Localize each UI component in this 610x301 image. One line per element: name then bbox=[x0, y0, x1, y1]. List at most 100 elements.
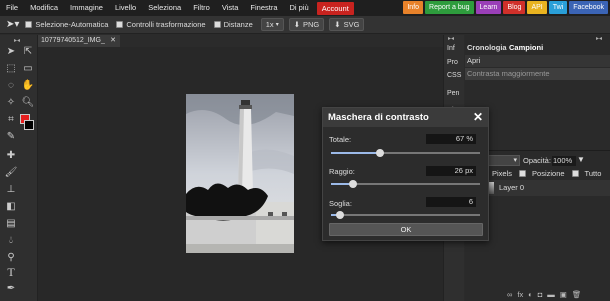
amount-slider-fill bbox=[331, 152, 381, 154]
account-button[interactable]: Account bbox=[316, 1, 354, 15]
crop-tool-icon[interactable]: ⌗ bbox=[3, 113, 19, 127]
move-tool-option-icon[interactable]: ➤▾ bbox=[6, 19, 19, 30]
close-icon[interactable]: ✕ bbox=[473, 108, 483, 127]
toolbox-collapse-icon[interactable]: ▸◂ bbox=[14, 37, 20, 44]
background-color-swatch[interactable] bbox=[24, 120, 34, 130]
layers-footer-toolbar: ∞ fx ◐ ◘ ▬ ▣ 🗑︎ bbox=[507, 290, 581, 299]
adjustment-icon[interactable]: ◐ bbox=[528, 290, 533, 299]
zoom-tool-icon[interactable]: 🔍︎ bbox=[20, 96, 36, 110]
transform-controls-option[interactable]: Controlli trasformazione bbox=[116, 20, 206, 29]
opacity-label: Opacità: bbox=[523, 156, 551, 165]
layer-row[interactable]: Layer 0 bbox=[479, 180, 610, 196]
dialog-title: Maschera di contrasto bbox=[328, 112, 429, 123]
distances-option[interactable]: Distanze bbox=[213, 20, 253, 29]
menu-image[interactable]: Immagine bbox=[64, 0, 109, 16]
mask-icon[interactable]: ◘ bbox=[538, 290, 543, 299]
menu-view[interactable]: Vista bbox=[216, 0, 245, 16]
lock-all-label: Tutto bbox=[584, 169, 602, 178]
rect-tool-icon[interactable]: ▭ bbox=[20, 62, 36, 76]
svg-label: SVG bbox=[343, 20, 360, 29]
lock-position-checkbox[interactable] bbox=[519, 170, 527, 177]
unsharp-mask-dialog: Maschera di contrasto ✕ Totale: 67 % Rag… bbox=[322, 107, 489, 241]
move-tool-icon[interactable]: ➤ bbox=[3, 45, 19, 59]
folder-icon[interactable]: ▬ bbox=[547, 290, 555, 299]
panel-collapse-icon[interactable]: ▸◂ bbox=[596, 35, 602, 42]
png-label: PNG bbox=[303, 20, 320, 29]
info-link[interactable]: Info bbox=[403, 1, 424, 14]
healing-tool-icon[interactable]: ✚ bbox=[3, 149, 19, 163]
distances-label: Distanze bbox=[223, 20, 253, 29]
learn-link[interactable]: Learn bbox=[475, 1, 502, 14]
eraser-tool-icon[interactable]: ◧ bbox=[3, 200, 19, 214]
blur-tool-icon[interactable]: 💧︎ bbox=[3, 234, 19, 248]
dialog-title-bar[interactable]: Maschera di contrasto ✕ bbox=[323, 108, 488, 127]
distances-checkbox[interactable] bbox=[213, 21, 221, 28]
radius-slider-knob[interactable] bbox=[349, 180, 358, 188]
menu-layer[interactable]: Livello bbox=[109, 0, 142, 16]
zoom-value: 1x bbox=[265, 20, 274, 29]
stamp-tool-icon[interactable]: ⊥ bbox=[3, 183, 19, 197]
threshold-slider-knob[interactable] bbox=[335, 211, 344, 219]
select-move-tool-icon[interactable]: ⇱ bbox=[20, 45, 36, 59]
marquee-tool-icon[interactable]: ⬚ bbox=[3, 62, 19, 76]
text-tool-icon[interactable]: T bbox=[3, 265, 19, 279]
export-svg-button[interactable]: ⬇ SVG bbox=[329, 18, 365, 31]
menu-more[interactable]: Di più bbox=[284, 0, 315, 16]
menu-edit[interactable]: Modifica bbox=[24, 0, 64, 16]
magic-wand-tool-icon[interactable]: ✧ bbox=[3, 96, 19, 110]
radius-input[interactable]: 26 px bbox=[426, 166, 476, 176]
twitter-link[interactable]: Twi bbox=[548, 1, 568, 14]
api-link[interactable]: API bbox=[527, 1, 547, 14]
link-layers-icon[interactable]: ∞ bbox=[507, 290, 512, 299]
facebook-link[interactable]: Facebook bbox=[569, 1, 608, 14]
document-photo[interactable] bbox=[186, 94, 294, 253]
lock-all-checkbox[interactable] bbox=[571, 170, 579, 177]
menu-window[interactable]: Finestra bbox=[244, 0, 283, 16]
auto-select-option[interactable]: Selezione-Automatica bbox=[25, 20, 108, 29]
hand-tool-icon[interactable]: ✋ bbox=[20, 79, 36, 93]
options-bar: ➤▾ Selezione-Automatica Controlli trasfo… bbox=[0, 16, 610, 34]
auto-select-label: Selezione-Automatica bbox=[35, 20, 109, 29]
amount-slider[interactable] bbox=[331, 149, 480, 157]
menu-select[interactable]: Seleziona bbox=[142, 0, 187, 16]
brush-panel-tab[interactable]: Pen bbox=[445, 86, 464, 102]
opacity-value[interactable]: 100% bbox=[552, 156, 576, 166]
ok-button[interactable]: OK bbox=[329, 223, 483, 236]
close-icon[interactable]: ✕ bbox=[110, 35, 116, 47]
history-item-open[interactable]: Apri bbox=[465, 55, 610, 67]
new-layer-icon[interactable]: ▣ bbox=[560, 290, 567, 299]
tab-history[interactable]: Cronologia bbox=[467, 43, 507, 52]
radius-slider[interactable] bbox=[331, 180, 480, 188]
chevron-down-icon: ▾ bbox=[513, 157, 517, 164]
menu-filter[interactable]: Filtro bbox=[187, 0, 216, 16]
radius-label: Raggio: bbox=[329, 167, 355, 176]
transform-controls-checkbox[interactable] bbox=[116, 21, 124, 28]
gradient-tool-icon[interactable]: ▤ bbox=[3, 217, 19, 231]
menu-file[interactable]: File bbox=[0, 0, 24, 16]
opacity-dropdown-icon[interactable]: ▼ bbox=[577, 155, 585, 164]
tab-swatches[interactable]: Campioni bbox=[509, 43, 543, 52]
auto-select-checkbox[interactable] bbox=[25, 21, 33, 28]
eyedropper-tool-icon[interactable]: ✎ bbox=[3, 130, 19, 144]
threshold-input[interactable]: 6 bbox=[426, 197, 476, 207]
toolbox: ▸◂ ➤ ⇱ ⬚ ▭ ◌ ✋ ✧ 🔍︎ ⌗ ✎ ✚ 🖌︎ ⊥ ◧ ▤ 💧︎ ⚲ … bbox=[0, 35, 38, 301]
layer-name: Layer 0 bbox=[499, 183, 525, 192]
layer-style-icon[interactable]: fx bbox=[517, 290, 523, 299]
amount-slider-knob[interactable] bbox=[376, 149, 385, 157]
blog-link[interactable]: Blog bbox=[503, 1, 526, 14]
amount-input[interactable]: 67 % bbox=[426, 134, 476, 144]
document-tab[interactable]: 10779740512_IMG_ ✕ bbox=[38, 35, 120, 47]
zoom-select[interactable]: 1x ▾ bbox=[260, 18, 284, 31]
download-icon: ⬇ bbox=[334, 20, 341, 29]
threshold-slider[interactable] bbox=[331, 211, 480, 219]
brush-tool-icon[interactable]: 🖌︎ bbox=[3, 166, 19, 180]
pen-tool-icon[interactable]: ✒ bbox=[3, 282, 19, 296]
delete-layer-icon[interactable]: 🗑︎ bbox=[572, 290, 582, 299]
lasso-tool-icon[interactable]: ◌ bbox=[3, 79, 19, 93]
amount-label: Totale: bbox=[329, 135, 352, 144]
css-panel-tab[interactable]: CSS bbox=[445, 68, 464, 84]
history-item-sharpen[interactable]: Contrasta maggiormente bbox=[465, 68, 610, 80]
report-bug-link[interactable]: Report a bug bbox=[425, 1, 474, 14]
export-png-button[interactable]: ⬇ PNG bbox=[288, 18, 325, 31]
dodge-tool-icon[interactable]: ⚲ bbox=[3, 251, 19, 265]
